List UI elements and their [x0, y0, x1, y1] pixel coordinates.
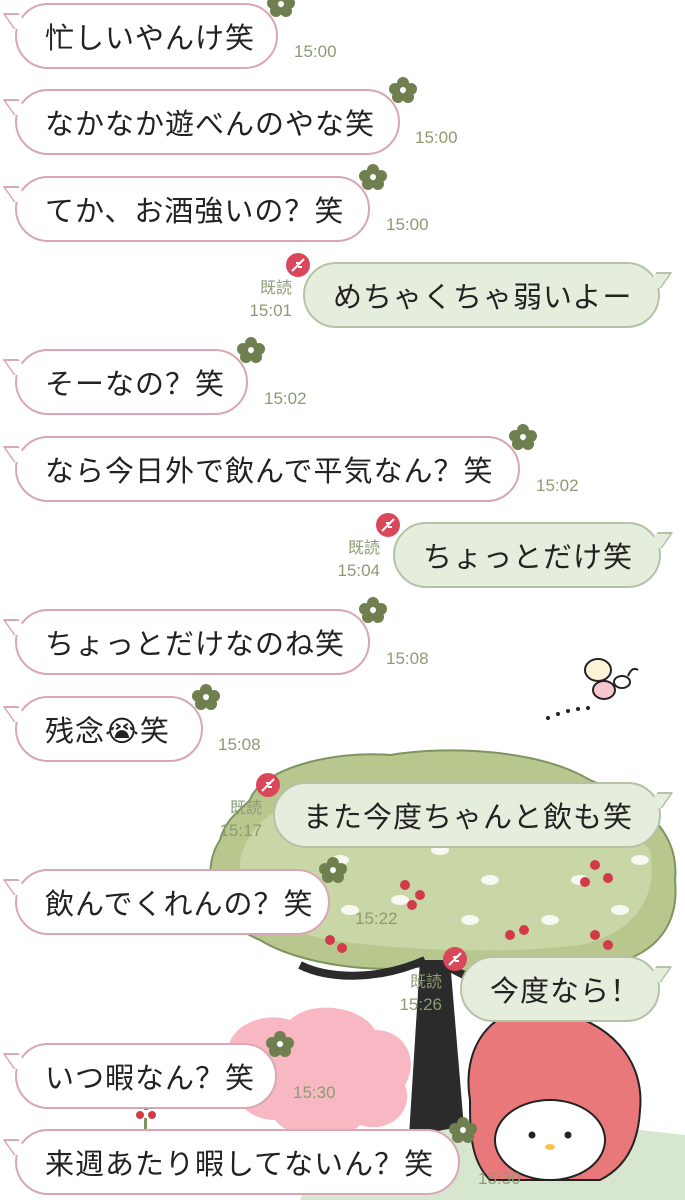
leaf-icon — [286, 253, 310, 277]
message-timestamp: 15:01 — [249, 301, 292, 320]
read-label: 既読 — [259, 280, 292, 297]
message-timestamp: 15:08 — [386, 649, 429, 668]
message-text: なら今日外で飲んで平気なん？笑 — [45, 454, 494, 488]
message-text: なかなか遊べんのやな笑 — [45, 107, 376, 141]
message-timestamp: 15:00 — [386, 215, 429, 234]
message-timestamp: 15:08 — [218, 735, 261, 754]
leaf-icon — [256, 773, 280, 797]
flower-icon — [319, 857, 347, 883]
read-receipt: 既読 15:01 — [230, 278, 292, 322]
chat-log: 忙しいやんけ笑 15:00 なかなか遊べんのやな笑 15:00 てか、お酒強いの… — [0, 0, 685, 1200]
message-bubble[interactable]: てか、お酒強いの？笑 — [15, 164, 387, 242]
leaf-icon — [376, 513, 400, 537]
message-text: 来週あたり暇してないん？笑 — [45, 1147, 435, 1181]
read-label: 既読 — [347, 540, 380, 557]
message-timestamp: 15:30 — [478, 1169, 521, 1188]
read-label: 既読 — [229, 800, 262, 817]
read-label: 既読 — [409, 974, 442, 991]
message-timestamp: 15:04 — [337, 561, 380, 580]
message-bubble[interactable]: いつ暇なん？笑 — [15, 1031, 294, 1109]
flower-icon — [509, 424, 537, 450]
message-timestamp: 15:02 — [264, 389, 307, 408]
flower-icon — [237, 337, 265, 363]
message-text: ちょっとだけ笑 — [423, 540, 634, 574]
message-bubble[interactable]: なら今日外で飲んで平気なん？笑 — [15, 424, 537, 502]
message-bubble[interactable]: そーなの？笑 — [15, 337, 265, 415]
read-receipt: 既読 15:04 — [318, 538, 380, 582]
flower-icon — [389, 77, 417, 103]
flower-icon — [192, 684, 220, 710]
message-text: 残念😭笑 — [45, 714, 170, 748]
flower-icon — [359, 597, 387, 623]
message-timestamp: 15:22 — [355, 909, 398, 928]
message-bubble[interactable]: また今度ちゃんと飲も笑 — [256, 773, 661, 848]
message-bubble[interactable]: めちゃくちゃ弱いよー — [286, 253, 660, 328]
message-timestamp: 15:00 — [415, 128, 458, 147]
flower-icon — [449, 1117, 477, 1143]
message-bubble[interactable]: 来週あたり暇してないん？笑 — [15, 1117, 477, 1195]
message-bubble[interactable]: 残念😭笑 — [15, 684, 220, 762]
message-bubble[interactable]: 今度なら！ — [443, 947, 660, 1022]
message-timestamp: 15:26 — [399, 995, 442, 1014]
read-receipt: 既読 15:17 — [200, 798, 262, 842]
message-text: そーなの？笑 — [45, 367, 226, 401]
message-bubble[interactable]: 忙しいやんけ笑 — [15, 0, 295, 69]
message-text: ちょっとだけなのね笑 — [45, 627, 346, 661]
message-text: 飲んでくれんの？笑 — [45, 887, 314, 921]
flower-icon — [359, 164, 387, 190]
message-text: 今度なら！ — [490, 974, 641, 1008]
message-text: 忙しいやんけ笑 — [45, 21, 256, 55]
leaf-icon — [443, 947, 467, 971]
flower-icon — [266, 1031, 294, 1057]
message-bubble[interactable]: なかなか遊べんのやな笑 — [15, 77, 417, 155]
message-text: めちゃくちゃ弱いよー — [333, 280, 633, 314]
message-timestamp: 15:02 — [536, 476, 579, 495]
message-timestamp: 15:30 — [293, 1083, 336, 1102]
read-receipt: 既読 15:26 — [380, 972, 442, 1016]
message-text: いつ暇なん？笑 — [45, 1061, 256, 1095]
message-bubble[interactable]: 飲んでくれんの？笑 — [15, 857, 347, 935]
flower-icon — [267, 0, 295, 17]
message-text: てか、お酒強いの？笑 — [45, 194, 345, 228]
message-bubble[interactable]: ちょっとだけ笑 — [376, 513, 661, 588]
message-timestamp: 15:00 — [294, 42, 337, 61]
message-timestamp: 15:17 — [219, 821, 262, 840]
message-text: また今度ちゃんと飲も笑 — [303, 800, 634, 834]
message-bubble[interactable]: ちょっとだけなのね笑 — [15, 597, 387, 675]
